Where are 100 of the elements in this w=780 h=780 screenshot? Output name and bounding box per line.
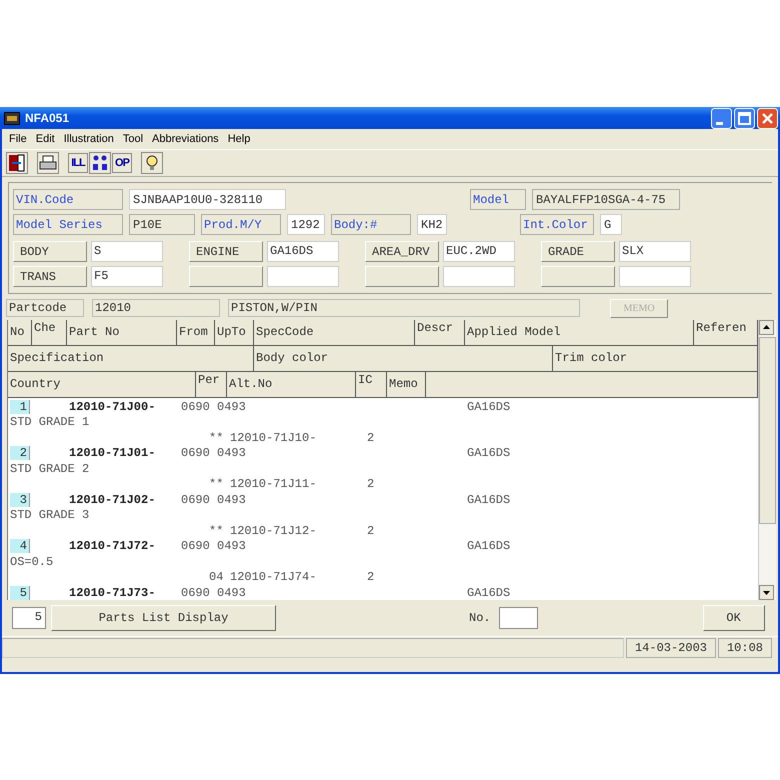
blank-button[interactable] [189, 266, 263, 287]
alt-part-number: 12010-71J10- [230, 430, 318, 445]
prod-year-field[interactable]: 1292 [287, 214, 325, 234]
column-header[interactable]: SpecCode [254, 320, 415, 346]
scroll-down-icon[interactable] [759, 585, 774, 600]
specification-text: STD GRADE 1 [9, 415, 90, 430]
alt-part-number: 12010-71J74- [230, 570, 318, 584]
field-label: Model Series [13, 214, 123, 234]
option-button[interactable]: AREA_DRV [365, 241, 439, 262]
menu-item[interactable]: Illustration [64, 133, 114, 145]
ic-value: 2 [367, 430, 374, 445]
part-description-field: PISTON,W/PIN [228, 299, 580, 317]
column-header[interactable]: Part No [67, 320, 177, 346]
alt-prefix: ** [209, 430, 224, 445]
from-date: 0690 [181, 400, 211, 414]
column-header[interactable]: Che [32, 320, 67, 346]
close-button[interactable] [757, 108, 778, 128]
body-field[interactable]: KH2 [417, 214, 447, 234]
upto-date: 0493 [217, 586, 247, 600]
option-field[interactable]: GA16DS [267, 241, 339, 262]
column-header[interactable]: Body color [254, 346, 553, 372]
from-date: 0690 [181, 446, 211, 460]
ok-button[interactable]: OK [702, 605, 765, 631]
option-field[interactable]: SLX [619, 241, 691, 262]
option-field[interactable]: S [91, 241, 163, 262]
window-title: NFA051 [25, 111, 70, 125]
column-header[interactable]: UpTo [215, 320, 254, 346]
field-label: VIN.Code [13, 188, 123, 210]
part-number: 12010-71J02- [69, 492, 156, 507]
applied-model: GA16DS [467, 586, 510, 600]
upto-date: 0493 [217, 539, 247, 554]
applied-model: GA16DS [467, 400, 510, 414]
model-field: BAYALFFP10SGA-4-75 [532, 188, 680, 210]
printer-icon[interactable] [37, 152, 59, 174]
menu-item[interactable]: Help [228, 133, 250, 145]
lightbulb-icon[interactable] [141, 152, 163, 174]
applied-model: GA16DS [467, 446, 510, 460]
column-header[interactable]: Descr [415, 320, 465, 346]
blank-field[interactable] [619, 266, 691, 287]
column-header[interactable]: No [8, 320, 32, 346]
option-field[interactable]: F5 [91, 266, 163, 287]
option-button[interactable]: TRANS [13, 266, 87, 287]
row-number[interactable]: 4 [10, 539, 30, 554]
option-button[interactable]: BODY [13, 241, 87, 262]
blank-button[interactable] [541, 266, 615, 287]
option-field[interactable]: EUC.2WD [443, 241, 515, 262]
part-number: 12010-71J73- [69, 586, 156, 600]
row-number[interactable]: 1 [10, 400, 30, 414]
option-button[interactable]: GRADE [541, 241, 615, 262]
column-header[interactable]: Applied Model [465, 320, 694, 346]
field-label: Int.Color [520, 214, 594, 234]
menu-item[interactable]: Tool [122, 133, 144, 145]
status-date: 14-03-2003 [626, 638, 716, 658]
from-date: 0690 [181, 539, 211, 554]
parts-list-button[interactable]: Parts List Display [51, 605, 276, 631]
row-number[interactable]: 3 [10, 492, 30, 507]
ic-value: 2 [367, 570, 374, 584]
row-number[interactable]: 2 [10, 446, 30, 460]
column-header[interactable]: Specification [8, 346, 254, 372]
blank-field[interactable] [443, 266, 515, 287]
upto-date: 0493 [217, 446, 247, 460]
minimize-button[interactable] [711, 108, 732, 128]
option-button[interactable]: ENGINE [189, 241, 263, 262]
field-label: Prod.M/Y [201, 214, 281, 234]
alt-part-number: 12010-71J12- [230, 524, 318, 538]
column-header[interactable]: From [177, 320, 215, 346]
ic-value: 2 [367, 524, 374, 538]
row-number[interactable]: 5 [10, 586, 30, 600]
color-field[interactable]: G [600, 214, 622, 234]
from-date: 0690 [181, 492, 211, 507]
count-field[interactable]: 5 [12, 607, 46, 629]
maximize-button[interactable] [734, 108, 755, 128]
alt-prefix: ** [209, 524, 224, 538]
menu-item[interactable]: File [9, 133, 27, 145]
blank-button[interactable] [365, 266, 439, 287]
blank-field[interactable] [267, 266, 339, 287]
status-time: 10:08 [718, 638, 772, 658]
ic-value: 2 [367, 477, 374, 492]
partcode-label: Partcode [6, 299, 84, 317]
toolbar-button[interactable]: OP [112, 153, 132, 173]
no-input-field[interactable] [498, 607, 538, 629]
specification-text: STD GRADE 2 [9, 462, 90, 476]
applied-model: GA16DS [467, 539, 510, 554]
field-label: Model [470, 188, 526, 210]
part-number: 12010-71J00- [69, 400, 156, 414]
alt-prefix: ** [209, 477, 224, 492]
specification-text: OS=0.5 [9, 554, 54, 569]
toolbar-button[interactable]: ILL [68, 153, 88, 173]
tree-icon[interactable] [89, 152, 111, 174]
partcode-field: 12010 [92, 299, 220, 317]
exit-icon[interactable] [6, 152, 28, 174]
vin-field[interactable]: SJNBAAP10U0-328110 [129, 188, 286, 210]
upto-date: 0493 [217, 492, 247, 507]
upto-date: 0493 [217, 400, 247, 414]
model-series-field: P10E [129, 214, 195, 234]
scrollbar[interactable] [758, 320, 776, 600]
menu-item[interactable]: Edit [36, 133, 55, 145]
menu-item[interactable]: Abbreviations [152, 133, 219, 145]
scroll-up-icon[interactable] [759, 320, 774, 335]
app-icon [4, 112, 20, 124]
